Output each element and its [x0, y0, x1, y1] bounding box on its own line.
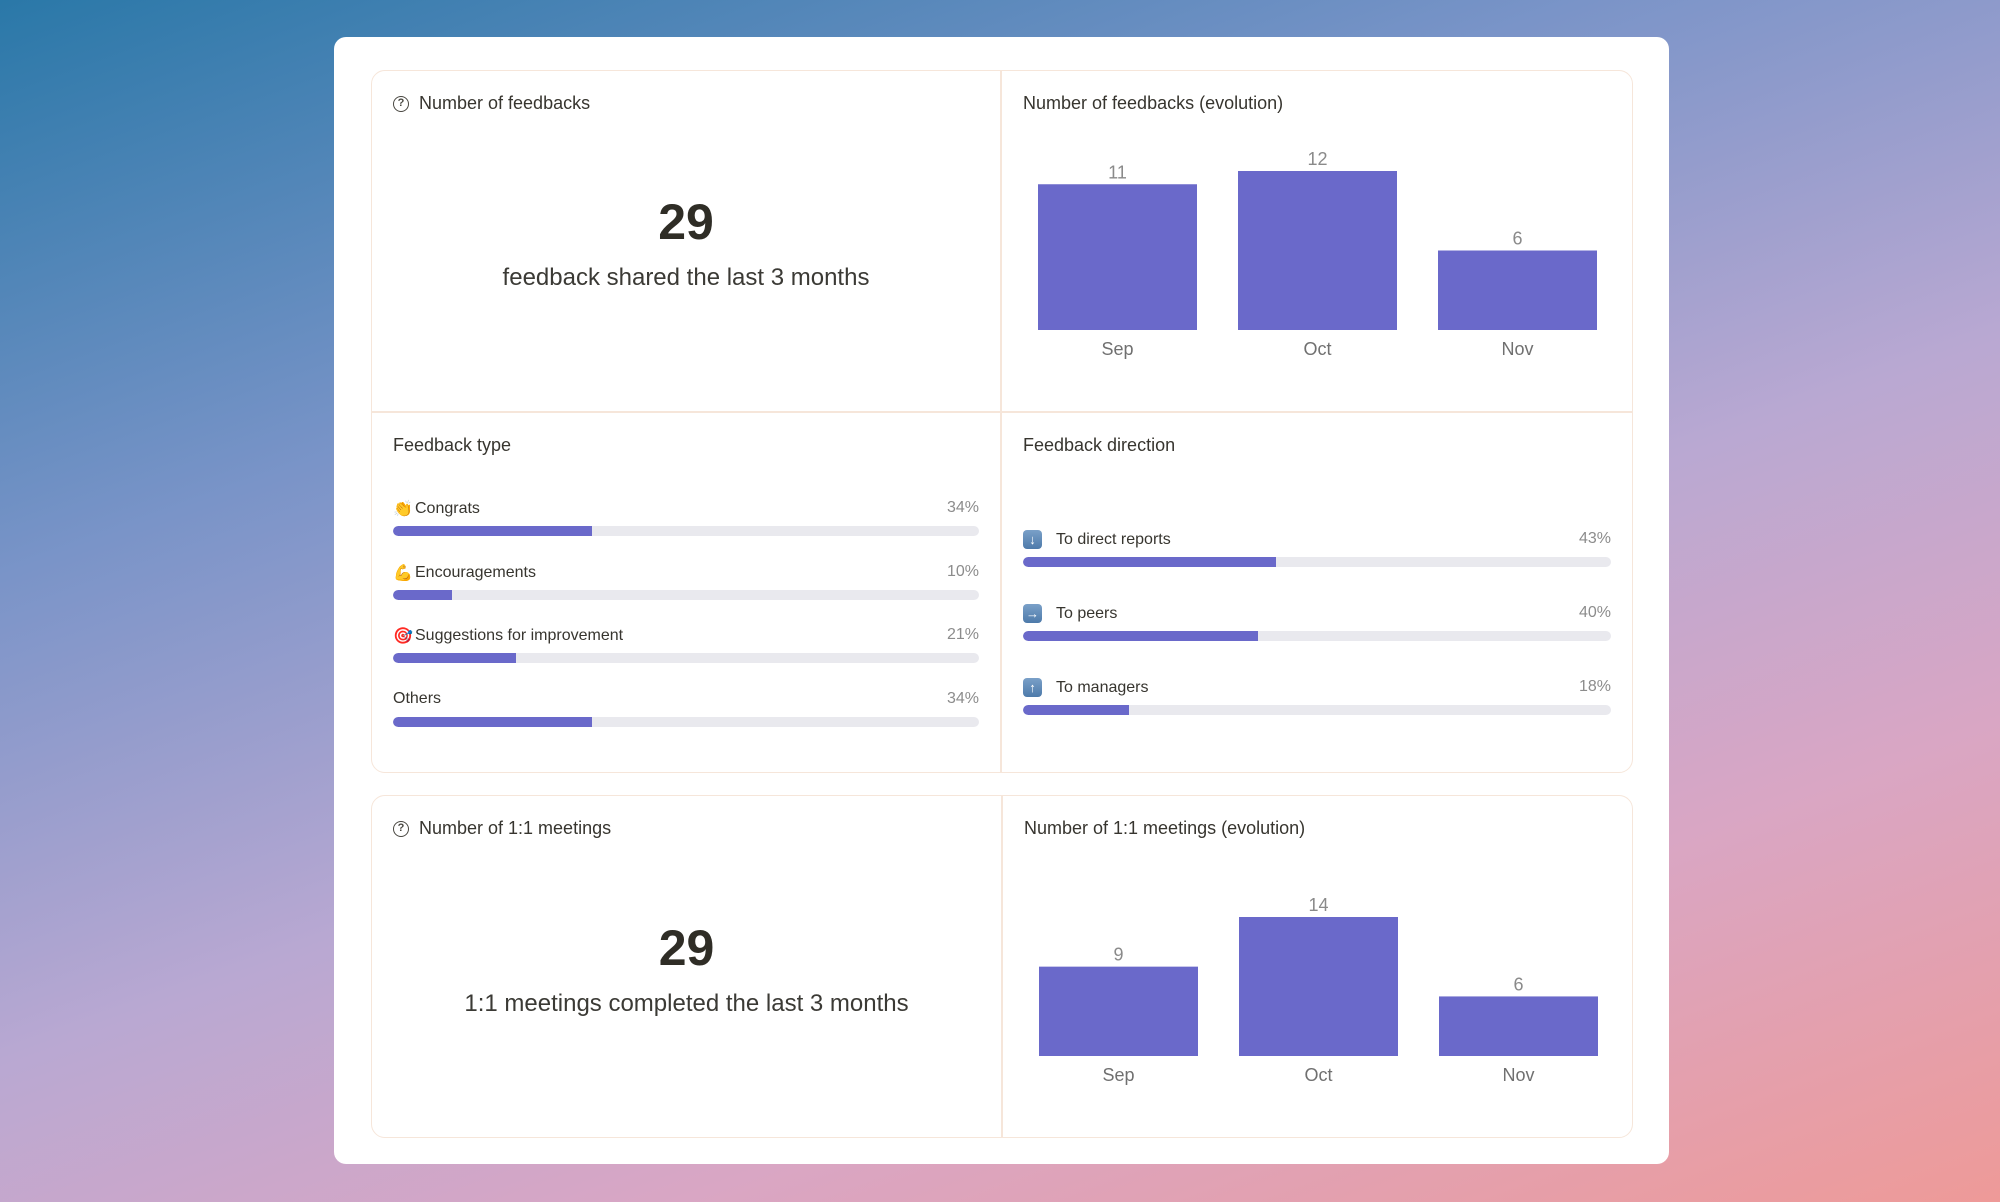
- progress-label-text: To managers: [1056, 678, 1149, 696]
- progress-percent: 40%: [1578, 604, 1611, 621]
- bar-value-label: 12: [1307, 149, 1327, 169]
- progress-track: [393, 653, 979, 663]
- progress-row: 👏 Congrats 34%: [393, 499, 979, 539]
- feedback-type-widget: Feedback type 👏 Congrats 34% 💪 Encouragement…: [372, 413, 1000, 773]
- progress-label: 👏 Congrats: [393, 499, 480, 519]
- progress-track: [1023, 705, 1611, 715]
- feedback-type-title-text: Feedback type: [393, 435, 512, 455]
- meetings-count-title: ? Number of 1:1 meetings: [393, 818, 611, 839]
- feedback-count-title: ? Number of feedbacks: [393, 93, 590, 114]
- progress-row: ↓ To direct reports 43%: [1023, 530, 1611, 570]
- progress-track: [393, 716, 979, 727]
- progress-fill: [1023, 557, 1276, 567]
- x-tick-label: Sep: [1101, 339, 1133, 359]
- arrow-up-icon: ↑: [1023, 678, 1042, 697]
- progress-fill: [1023, 705, 1129, 715]
- progress-track: [1023, 557, 1611, 567]
- progress-fill: [393, 526, 593, 536]
- progress-percent: 34%: [946, 689, 979, 707]
- meetings-count-widget: ? Number of 1:1 meetings 29 1:1 meetings…: [372, 796, 1001, 1136]
- progress-label-text: Suggestions for improvement: [415, 627, 624, 644]
- bar-value-label: 6: [1513, 974, 1523, 994]
- progress-fill: [393, 589, 452, 600]
- progress-label: Others: [393, 690, 441, 708]
- progress-row: Others 34%: [393, 690, 979, 730]
- progress-label-text: To direct reports: [1056, 530, 1171, 548]
- bar-oct[interactable]: [1238, 171, 1397, 330]
- x-tick-label: Oct: [1303, 339, 1331, 359]
- progress-fill: [393, 716, 593, 727]
- arrow-right-icon: →: [1023, 604, 1042, 623]
- progress-label: ↓ To direct reports: [1023, 530, 1171, 549]
- feedback-evolution-chart: 11 Sep 12 Oct 6 Nov: [1038, 149, 1597, 359]
- clapping-hands-icon: 👏: [393, 501, 413, 518]
- feedback-direction-title-text: Feedback direction: [1023, 435, 1176, 455]
- feedback-count-caption: feedback shared the last 3 months: [502, 264, 870, 291]
- target-icon: 🎯: [393, 628, 413, 645]
- feedback-count-value: 29: [658, 194, 714, 250]
- help-circle-icon[interactable]: ?: [393, 820, 409, 837]
- bar-nov[interactable]: [1439, 996, 1598, 1056]
- bar-value-label: 14: [1308, 895, 1328, 915]
- arrow-down-icon: ↓: [1023, 530, 1042, 549]
- meetings-count-caption: 1:1 meetings completed the last 3 months: [464, 990, 909, 1017]
- bar-sep[interactable]: [1038, 184, 1197, 330]
- feedback-direction-title: Feedback direction: [1023, 435, 1175, 456]
- meetings-evolution-widget: Number of 1:1 meetings (evolution) 9 Sep 1…: [1003, 796, 1633, 1136]
- progress-track: [393, 589, 979, 600]
- progress-percent: 34%: [946, 499, 979, 516]
- meetings-panel: ? Number of 1:1 meetings 29 1:1 meetings…: [371, 795, 1633, 1138]
- bar-nov[interactable]: [1438, 250, 1597, 331]
- x-tick-label: Oct: [1304, 1065, 1332, 1085]
- progress-row: ↑ To managers 18%: [1023, 678, 1611, 718]
- progress-label-text: Encouragements: [415, 563, 536, 581]
- progress-track: [1023, 631, 1611, 641]
- progress-label: 💪 Encouragements: [393, 563, 536, 583]
- feedback-evolution-widget: Number of feedbacks (evolution) 11 Sep 12 O…: [1002, 71, 1632, 411]
- x-tick-label: Sep: [1102, 1065, 1134, 1085]
- bar-value-label: 6: [1512, 229, 1522, 249]
- x-tick-label: Nov: [1502, 1065, 1534, 1085]
- progress-label: ↑ To managers: [1023, 678, 1149, 697]
- x-tick-label: Nov: [1501, 339, 1533, 359]
- progress-percent: 21%: [946, 626, 979, 643]
- progress-label-text: To peers: [1056, 604, 1118, 622]
- meetings-count-title-text: Number of 1:1 meetings: [419, 818, 612, 838]
- progress-row: 🎯 Suggestions for improvement 21%: [393, 626, 979, 666]
- feedback-count-widget: ? Number of feedbacks 29 feedback shared…: [372, 71, 1000, 411]
- meetings-evolution-chart: 9 Sep 14 Oct 6 Nov: [1039, 895, 1598, 1085]
- dashboard-card: ? Number of feedbacks 29 feedback shared…: [334, 37, 1669, 1164]
- bar-value-label: 9: [1113, 945, 1123, 965]
- feedback-direction-widget: Feedback direction ↓ To direct reports 43%…: [1002, 413, 1632, 773]
- flexed-biceps-icon: 💪: [393, 564, 413, 582]
- progress-percent: 43%: [1578, 530, 1611, 547]
- progress-percent: 18%: [1578, 678, 1611, 695]
- bar-oct[interactable]: [1239, 917, 1398, 1056]
- progress-label-text: Congrats: [415, 500, 480, 517]
- feedback-count-title-text: Number of feedbacks: [419, 93, 591, 113]
- progress-fill: [1023, 631, 1259, 641]
- progress-row: → To peers 40%: [1023, 604, 1611, 644]
- meetings-count-value: 29: [658, 920, 715, 976]
- progress-label: → To peers: [1023, 604, 1117, 623]
- bar-value-label: 11: [1108, 162, 1127, 182]
- progress-label: 🎯 Suggestions for improvement: [393, 626, 623, 646]
- progress-percent: 10%: [946, 562, 979, 580]
- progress-fill: [393, 653, 517, 663]
- feedback-panel: ? Number of feedbacks 29 feedback shared…: [371, 70, 1633, 773]
- feedback-type-title: Feedback type: [393, 435, 511, 456]
- bar-sep[interactable]: [1039, 966, 1198, 1056]
- progress-label-text: Others: [393, 689, 442, 707]
- progress-row: 💪 Encouragements 10%: [393, 563, 979, 603]
- progress-track: [393, 526, 979, 536]
- help-circle-icon[interactable]: ?: [393, 95, 409, 112]
